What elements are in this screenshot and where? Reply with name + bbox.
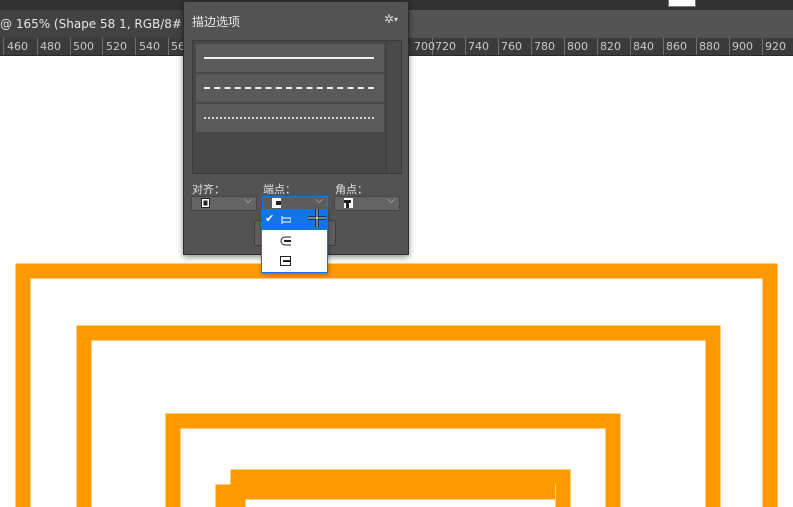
rectangle-shape-5	[215, 484, 555, 507]
ruler-tick	[498, 38, 499, 55]
preset-scrollbar[interactable]	[386, 41, 401, 173]
ruler-label: 520	[106, 40, 127, 53]
ruler-label: 780	[534, 40, 555, 53]
ruler-tick	[696, 38, 697, 55]
ruler-label: 740	[468, 40, 489, 53]
ruler-tick	[729, 38, 730, 55]
ruler-label: 700	[414, 40, 435, 53]
ruler-label: 800	[567, 40, 588, 53]
ruler-label: 900	[732, 40, 753, 53]
ruler-tick	[630, 38, 631, 55]
menu-item-round-cap[interactable]	[262, 231, 327, 251]
preset-dotted[interactable]	[195, 103, 385, 133]
solid-line-sample	[204, 57, 374, 59]
ruler-tick	[663, 38, 664, 55]
ruler-label: 720	[435, 40, 456, 53]
ruler-tick	[37, 38, 38, 55]
ruler-tick	[70, 38, 71, 55]
ruler-label: 920	[765, 40, 786, 53]
stroke-preset-list	[192, 40, 402, 174]
chevron-down-icon: ⌵	[315, 195, 323, 206]
ruler-tick	[102, 38, 103, 55]
ruler-label: 840	[633, 40, 654, 53]
projecting-cap-icon	[280, 256, 291, 266]
caps-label: 端点：	[263, 183, 296, 196]
preset-dashed[interactable]	[195, 73, 385, 103]
checkmark-icon: ✔	[265, 212, 275, 225]
ruler-tick	[597, 38, 598, 55]
ruler-label: 500	[73, 40, 94, 53]
dotted-line-sample	[204, 117, 374, 119]
crosshair-cursor-icon	[308, 209, 326, 227]
ruler-label: 820	[600, 40, 621, 53]
ruler-tick	[3, 38, 4, 55]
ruler-label: 880	[699, 40, 720, 53]
ruler-label: 460	[7, 40, 28, 53]
ruler-label: 860	[666, 40, 687, 53]
butt-cap-icon	[281, 216, 291, 224]
corners-dropdown[interactable]: ⌵	[334, 195, 400, 211]
round-cap-icon	[280, 236, 291, 246]
align-inside-icon	[201, 198, 210, 208]
ruler-tick	[762, 38, 763, 55]
ruler-tick	[531, 38, 532, 55]
corners-label: 角点：	[335, 183, 368, 196]
ruler-tick	[564, 38, 565, 55]
ruler-label: 540	[139, 40, 160, 53]
align-dropdown[interactable]: ⌵	[191, 195, 257, 211]
chevron-down-icon: ▾	[393, 15, 398, 24]
document-tab-title: @ 165% (Shape 58 1, RGB/8#) *	[0, 17, 197, 31]
chevron-down-icon: ⌵	[244, 195, 252, 206]
ruler-tick	[168, 38, 169, 55]
ruler-label: 480	[40, 40, 61, 53]
ruler-tick	[465, 38, 466, 55]
gear-icon[interactable]: ✲▾	[384, 12, 398, 26]
butt-cap-icon	[272, 198, 281, 208]
color-swatch[interactable]	[668, 0, 696, 7]
ruler-label: 760	[501, 40, 522, 53]
dashed-line-sample	[204, 87, 374, 89]
miter-join-icon	[344, 198, 353, 208]
menu-item-projecting-cap[interactable]	[262, 251, 327, 271]
align-label: 对齐：	[192, 183, 225, 196]
ruler-tick	[135, 38, 136, 55]
preset-solid[interactable]	[195, 43, 385, 73]
panel-title: 描边选项	[192, 15, 241, 29]
chevron-down-icon: ⌵	[387, 195, 395, 206]
